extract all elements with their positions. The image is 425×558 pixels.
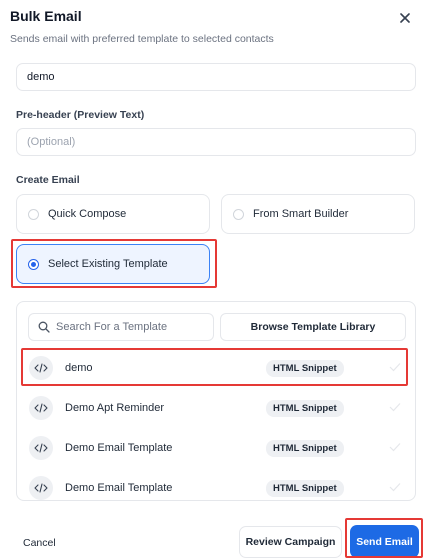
existing-template-label: Select Existing Template [48,258,168,270]
preheader-placeholder: (Optional) [27,136,76,148]
template-type-badge: HTML Snippet [266,359,344,377]
search-placeholder: Search For a Template [56,321,168,333]
radio-selected-icon [28,258,39,270]
create-email-label: Create Email [16,174,80,186]
radio-icon [28,208,39,220]
preheader-field[interactable]: (Optional) [16,128,416,156]
template-type-badge: HTML Snippet [266,439,344,457]
quick-compose-label: Quick Compose [48,208,127,220]
review-campaign-button[interactable]: Review Campaign [239,526,342,558]
template-name: Demo Email Template [65,482,173,494]
send-label: Send Email [356,535,413,548]
template-row[interactable]: Demo Email Template HTML Snippet [25,470,409,500]
code-icon [29,436,53,460]
template-row[interactable]: demo HTML Snippet [25,350,409,386]
template-panel: Search For a Template Browse Template Li… [16,301,416,501]
quick-compose-option[interactable]: Quick Compose [16,194,210,234]
template-row[interactable]: Demo Apt Reminder HTML Snippet [25,390,409,426]
review-label: Review Campaign [245,536,336,548]
send-email-button[interactable]: Send Email [350,525,419,558]
preheader-label: Pre-header (Preview Text) [16,109,145,121]
smart-builder-option[interactable]: From Smart Builder [221,194,415,234]
dialog-header: Bulk Email Sends email with preferred te… [10,6,415,50]
browse-template-library-button[interactable]: Browse Template Library [220,313,406,341]
code-icon [29,476,53,500]
subject-value: demo [27,71,55,83]
dialog-title: Bulk Email [10,8,82,24]
check-icon [389,483,401,492]
check-icon [389,363,401,372]
existing-template-option[interactable]: Select Existing Template [16,244,210,284]
code-icon [29,356,53,380]
template-name: Demo Apt Reminder [65,402,165,414]
smart-builder-label: From Smart Builder [253,208,349,220]
template-search-input[interactable]: Search For a Template [28,313,214,341]
search-icon [38,321,50,333]
close-button[interactable] [397,10,413,26]
template-row[interactable]: Demo Email Template HTML Snippet [25,430,409,466]
cancel-button[interactable]: Cancel [23,537,56,549]
radio-icon [233,208,244,220]
template-name: Demo Email Template [65,442,173,454]
check-icon [389,403,401,412]
check-icon [389,443,401,452]
template-type-badge: HTML Snippet [266,399,344,417]
template-name: demo [65,362,93,374]
template-type-badge: HTML Snippet [266,479,344,497]
dialog-subtitle: Sends email with preferred template to s… [10,33,274,45]
code-icon [29,396,53,420]
browse-label: Browse Template Library [250,321,376,333]
close-icon [400,13,410,23]
subject-field[interactable]: demo [16,63,416,91]
